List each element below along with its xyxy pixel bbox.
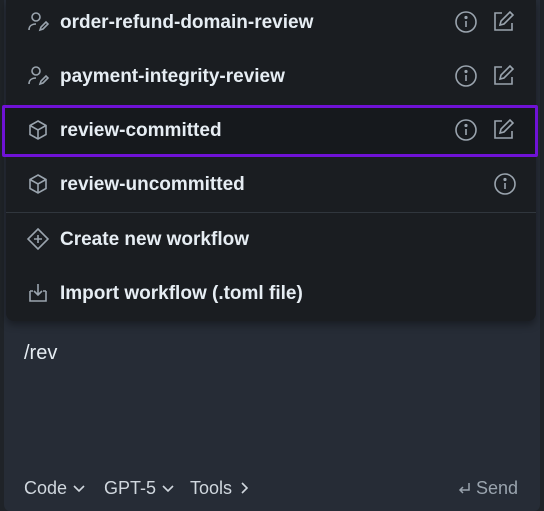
create-workflow-label: Create new workflow [60,229,249,250]
chevron-down-icon [156,481,175,495]
chevron-down-icon [67,481,86,495]
info-icon[interactable] [453,9,479,35]
model-dropdown[interactable]: GPT-5 [104,474,175,502]
menu-item-label: review-uncommitted [60,174,245,195]
send-button[interactable]: Send [452,474,518,502]
chevron-right-icon [232,481,251,495]
menu-item-label: review-committed [60,120,222,141]
info-icon[interactable] [453,63,479,89]
menu-item-order-refund-domain-review[interactable]: order-refund-domain-review [6,0,536,50]
user-edit-icon [26,64,50,88]
mode-label: Code [24,477,68,498]
mode-dropdown[interactable]: Code [24,474,86,502]
diamond-plus-icon [26,227,50,251]
menu-item-label: order-refund-domain-review [60,12,314,33]
menu-item-payment-integrity-review[interactable]: payment-integrity-review [6,50,536,104]
tools-menu[interactable]: Tools [190,474,251,502]
tools-label: Tools [190,477,233,498]
import-workflow-label: Import workflow (.toml file) [60,283,303,304]
create-workflow-item[interactable]: Create new workflow [6,213,536,267]
edit-icon[interactable] [490,9,516,35]
send-label: Send [476,477,519,498]
import-icon [26,281,50,305]
model-label: GPT-5 [104,477,157,498]
menu-item-label: payment-integrity-review [60,66,285,87]
menu-item-review-committed[interactable]: review-committed [6,104,536,158]
enter-key-icon [452,481,471,495]
cube-icon [26,172,50,196]
prompt-input[interactable]: /rev [24,342,57,365]
menu-item-review-uncommitted[interactable]: review-uncommitted [6,158,536,212]
cube-icon [26,118,50,142]
composer-toolbar: Code GPT-5 Tools Send [0,474,544,502]
info-icon[interactable] [492,171,518,197]
edit-icon[interactable] [490,63,516,89]
edit-icon[interactable] [490,117,516,143]
user-edit-icon [26,10,50,34]
info-icon[interactable] [453,117,479,143]
import-workflow-item[interactable]: Import workflow (.toml file) [6,267,536,321]
